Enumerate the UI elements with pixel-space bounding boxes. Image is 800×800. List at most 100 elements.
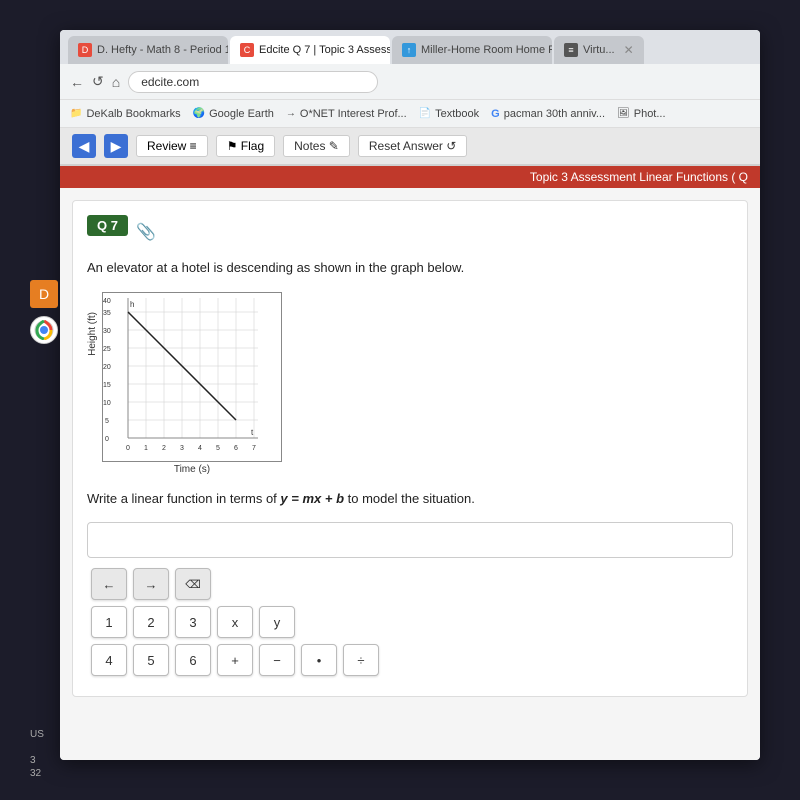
key-5[interactable]: 5 — [133, 644, 169, 676]
topic-bar: Topic 3 Assessment Linear Functions ( Q — [60, 166, 760, 188]
tab-label-edcite: Edcite Q 7 | Topic 3 Assessm — [259, 44, 390, 56]
svg-text:30: 30 — [103, 328, 111, 335]
answer-input-box[interactable] — [87, 522, 733, 558]
address-bar-area: ← ↺ ⌂ edcite.com — [60, 64, 760, 100]
svg-text:6: 6 — [234, 445, 238, 452]
bookmark-textbook-icon: 📄 — [419, 108, 431, 119]
formula-text: y = mx + b — [280, 491, 344, 506]
side-icons: D — [30, 280, 58, 344]
key-divide[interactable]: ÷ — [343, 644, 379, 676]
browser-window: D D. Hefty - Math 8 - Period 1 ✕ C Edcit… — [60, 30, 760, 760]
key-6[interactable]: 6 — [175, 644, 211, 676]
bookmark-dekalb-label: DeKalb Bookmarks — [86, 108, 180, 120]
svg-text:10: 10 — [103, 400, 111, 407]
key-y[interactable]: y — [259, 606, 295, 638]
home-button[interactable]: ⌂ — [112, 74, 120, 90]
bookmark-pacman[interactable]: G pacman 30th anniv... — [491, 108, 605, 120]
svg-text:2: 2 — [162, 445, 166, 452]
tab-favicon-virtual: ≡ — [564, 43, 578, 57]
tab-favicon-miller: ↑ — [402, 43, 416, 57]
key-2[interactable]: 2 — [133, 606, 169, 638]
keyboard-row-nav: ← → ⌫ — [91, 568, 729, 600]
key-nav-left[interactable]: ← — [91, 568, 127, 600]
reload-button[interactable]: ↺ — [92, 73, 104, 90]
bookmark-textbook[interactable]: 📄 Textbook — [419, 108, 479, 120]
tab-virtual[interactable]: ≡ Virtu... ✕ — [554, 36, 644, 64]
bookmarks-bar: 📁 DeKalb Bookmarks 🌍 Google Earth → O*NE… — [60, 100, 760, 128]
key-minus[interactable]: − — [259, 644, 295, 676]
bookmark-folder-icon: 📁 — [70, 108, 82, 119]
topic-bar-text: Topic 3 Assessment Linear Functions ( Q — [530, 170, 748, 184]
attachment-icon: 📎 — [136, 222, 156, 242]
tab-close-virtual[interactable]: ✕ — [624, 43, 634, 57]
instruction-suffix: to model the situation. — [348, 491, 475, 506]
key-x[interactable]: x — [217, 606, 253, 638]
us-label: US — [30, 729, 44, 740]
bookmark-photo[interactable]: 🖼 Phot... — [617, 108, 666, 120]
edcite-toolbar: ◀ ▶ Review ≡ ⚑ Flag Notes ✎ Reset Answer… — [60, 128, 760, 166]
svg-text:4: 4 — [198, 445, 202, 452]
tab-label-math: D. Hefty - Math 8 - Period 1 — [97, 44, 228, 56]
chrome-icon[interactable] — [30, 316, 58, 344]
y-axis-label: Height (ft) — [87, 312, 98, 356]
bottom-number: 332 — [30, 754, 41, 780]
svg-text:35: 35 — [103, 310, 111, 317]
bookmark-google-earth[interactable]: 🌍 Google Earth — [193, 108, 274, 120]
bookmark-earth-icon: 🌍 — [193, 108, 205, 119]
svg-text:5: 5 — [105, 418, 109, 425]
reset-answer-button[interactable]: Reset Answer ↺ — [358, 135, 467, 157]
address-input[interactable]: edcite.com — [128, 71, 378, 93]
svg-text:0: 0 — [105, 436, 109, 443]
key-backspace[interactable]: ⌫ — [175, 568, 211, 600]
bookmark-onet[interactable]: → O*NET Interest Prof... — [286, 108, 407, 120]
tab-bar: D D. Hefty - Math 8 - Period 1 ✕ C Edcit… — [60, 30, 760, 64]
svg-text:5: 5 — [216, 445, 220, 452]
us-indicator: US — [30, 729, 44, 740]
question-number: Q 7 — [87, 215, 128, 236]
svg-text:25: 25 — [103, 346, 111, 353]
review-button[interactable]: Review ≡ — [136, 135, 208, 157]
key-plus[interactable]: + — [217, 644, 253, 676]
bookmark-dekalb[interactable]: 📁 DeKalb Bookmarks — [70, 108, 181, 120]
bookmark-google-icon: G — [491, 108, 500, 120]
bookmark-onet-icon: → — [286, 108, 296, 119]
svg-text:40: 40 — [103, 298, 111, 305]
bottom-num-text: 332 — [30, 755, 41, 779]
tab-math[interactable]: D D. Hefty - Math 8 - Period 1 ✕ — [68, 36, 228, 64]
tab-label-virtual: Virtu... — [583, 44, 615, 56]
back-button[interactable]: ← — [70, 74, 84, 90]
bookmark-photo-icon: 🖼 — [617, 108, 630, 119]
x-axis-label: Time (s) — [102, 464, 282, 475]
key-nav-right[interactable]: → — [133, 568, 169, 600]
question-area: Q 7 📎 An elevator at a hotel is descendi… — [72, 200, 748, 697]
svg-text:0: 0 — [126, 445, 130, 452]
key-3[interactable]: 3 — [175, 606, 211, 638]
instruction-prefix: Write a linear function in terms of — [87, 491, 277, 506]
svg-text:20: 20 — [103, 364, 111, 371]
next-question-button[interactable]: ▶ — [104, 134, 128, 158]
key-dot[interactable]: • — [301, 644, 337, 676]
bookmark-photo-label: Phot... — [634, 108, 666, 120]
drive-icon[interactable]: D — [30, 280, 58, 308]
prev-question-button[interactable]: ◀ — [72, 134, 96, 158]
svg-text:t: t — [251, 428, 254, 437]
notes-button[interactable]: Notes ✎ — [283, 135, 350, 157]
bookmark-pacman-label: pacman 30th anniv... — [504, 108, 605, 120]
svg-text:1: 1 — [144, 445, 148, 452]
svg-text:3: 3 — [180, 445, 184, 452]
edcite-content: ◀ ▶ Review ≡ ⚑ Flag Notes ✎ Reset Answer… — [60, 128, 760, 760]
keyboard-row-1: 1 2 3 x y — [91, 606, 729, 638]
key-4[interactable]: 4 — [91, 644, 127, 676]
tab-edcite[interactable]: C Edcite Q 7 | Topic 3 Assessm ✕ — [230, 36, 390, 64]
key-1[interactable]: 1 — [91, 606, 127, 638]
bookmark-textbook-label: Textbook — [435, 108, 479, 120]
graph-wrapper: 0 5 10 15 20 25 30 35 40 0 1 2 3 — [102, 292, 282, 475]
bookmark-onet-label: O*NET Interest Prof... — [300, 108, 407, 120]
flag-button[interactable]: ⚑ Flag — [216, 135, 275, 157]
tab-favicon-edcite: C — [240, 43, 254, 57]
tab-miller[interactable]: ↑ Miller-Home Room Home P ✕ — [392, 36, 552, 64]
svg-text:7: 7 — [252, 445, 256, 452]
keyboard-row-2: 4 5 6 + − • ÷ — [91, 644, 729, 676]
svg-text:15: 15 — [103, 382, 111, 389]
bookmark-earth-label: Google Earth — [209, 108, 274, 120]
